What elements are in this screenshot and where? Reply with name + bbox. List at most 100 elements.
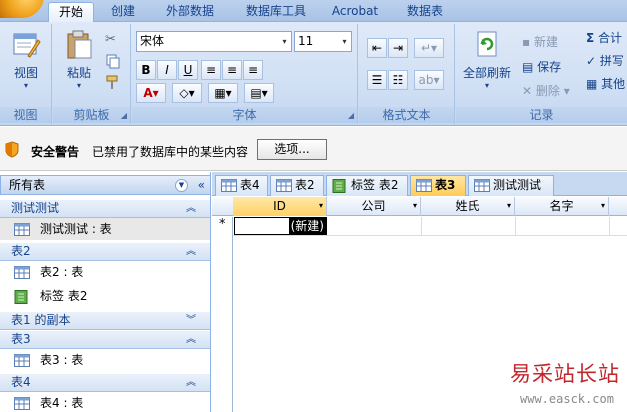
navigation-pane: 所有表 ▼ « 测试测试 ︽ 测试测试 : 表 表2 ︽ 表2 : 表 标签 表…: [0, 172, 211, 412]
nav-group-header[interactable]: 表1 的副本 ︾: [0, 312, 210, 330]
chevron-down-icon[interactable]: ▾: [319, 197, 323, 215]
nav-item-label: 表2 : 表: [40, 265, 84, 279]
row-divider: [233, 235, 627, 236]
chevron-down-icon[interactable]: ▾: [278, 32, 291, 51]
paste-button[interactable]: 粘贴 ▾: [61, 30, 97, 90]
new-record-label: 新建: [533, 35, 558, 49]
nav-item-table[interactable]: 测试测试 : 表: [0, 218, 210, 240]
align-left-icon[interactable]: ≡: [201, 60, 221, 80]
shield-icon: [5, 141, 19, 158]
highlight-icon[interactable]: ab▾: [414, 70, 444, 90]
clipboard-launcher-icon[interactable]: ◢: [121, 111, 127, 120]
nav-pane-header[interactable]: 所有表 ▼ «: [0, 175, 211, 195]
chevron-down-icon[interactable]: ▼: [175, 179, 188, 192]
chevron-down-icon: ▾: [76, 81, 81, 90]
column-header-row: ID ▾ 公司 ▾ 姓氏 ▾ 名字 ▾: [212, 197, 627, 216]
doc-tab[interactable]: 测试测试: [468, 175, 554, 196]
nav-group-header[interactable]: 表3 ︽: [0, 331, 210, 349]
collapse-pane-icon[interactable]: «: [198, 176, 205, 194]
group-font-label: 字体: [132, 107, 357, 123]
tab-create[interactable]: 创建: [103, 2, 143, 22]
report-icon: [332, 179, 346, 193]
doc-tab-label: 表3: [435, 178, 456, 192]
chevron-down-icon[interactable]: ▾: [338, 32, 351, 51]
doc-tab-active[interactable]: 表3: [410, 175, 466, 196]
new-record-marker: *: [219, 217, 226, 232]
delete-record-label: 删除: [535, 84, 560, 98]
doc-tab-label: 测试测试: [493, 178, 542, 192]
chevron-down-icon: ▾: [23, 81, 28, 90]
tab-external-data[interactable]: 外部数据: [156, 2, 224, 22]
column-header-label: 公司: [361, 199, 386, 213]
italic-button[interactable]: I: [157, 60, 177, 80]
chevron-down-icon[interactable]: ▾: [413, 197, 417, 215]
nav-group-header[interactable]: 测试测试 ︽: [0, 200, 210, 218]
cut-icon[interactable]: ✂: [105, 32, 121, 48]
delete-record-button[interactable]: ✕ 删除 ▾: [522, 83, 570, 99]
tab-database-tools[interactable]: 数据库工具: [236, 2, 316, 22]
chevron-down-icon[interactable]: ▾: [507, 197, 511, 215]
tab-home[interactable]: 开始: [48, 2, 94, 23]
font-color-button[interactable]: A▾: [136, 83, 166, 103]
column-header-label: ID: [273, 199, 286, 213]
watermark-logo: 易采站长站: [510, 362, 620, 386]
chevron-up-icon: ︽: [186, 203, 196, 214]
chevron-up-icon: ︽: [186, 334, 196, 345]
nav-item-report[interactable]: 标签 表2: [0, 285, 210, 307]
nav-item-table[interactable]: 表4 : 表: [0, 392, 210, 412]
column-header-last-name[interactable]: 姓氏 ▾: [421, 197, 515, 216]
refresh-all-button[interactable]: 全部刷新 ▾: [458, 30, 516, 90]
chevron-down-icon[interactable]: ▾: [601, 197, 605, 215]
nav-item-table[interactable]: 表3 : 表: [0, 349, 210, 371]
doc-tab[interactable]: 表2: [270, 175, 324, 196]
tab-datasheet[interactable]: 数据表: [398, 2, 452, 22]
font-launcher-icon[interactable]: ◢: [348, 111, 354, 120]
tab-acrobat[interactable]: Acrobat: [326, 2, 384, 22]
cell-divider: [609, 217, 610, 235]
view-button[interactable]: 视图 ▾: [4, 30, 48, 90]
format-painter-icon[interactable]: [105, 74, 121, 90]
copy-icon[interactable]: [105, 53, 121, 69]
paragraph-direction-icon[interactable]: ↵▾: [414, 38, 444, 58]
doc-tab[interactable]: 表4: [215, 175, 268, 196]
office-button-icon[interactable]: [0, 0, 44, 18]
increase-indent-icon[interactable]: ⇥: [388, 38, 408, 58]
column-header-id[interactable]: ID ▾: [233, 197, 327, 216]
save-record-button[interactable]: ▤ 保存: [522, 59, 561, 75]
font-name-value: 宋体: [140, 34, 165, 48]
nav-item-label: 表3 : 表: [40, 353, 84, 367]
underline-button[interactable]: U: [178, 60, 198, 80]
bullets-icon[interactable]: ☰: [367, 70, 387, 90]
column-header-company[interactable]: 公司 ▾: [327, 197, 421, 216]
more-button[interactable]: ▦ 其他: [586, 76, 625, 92]
font-name-combo[interactable]: 宋体 ▾: [136, 31, 292, 52]
new-record-button[interactable]: ▪ 新建: [522, 34, 558, 50]
font-size-combo[interactable]: 11 ▾: [294, 31, 352, 52]
gridlines-button[interactable]: ▦▾: [208, 83, 238, 103]
bold-button[interactable]: B: [136, 60, 156, 80]
align-center-icon[interactable]: ≡: [222, 60, 242, 80]
column-header-first-name[interactable]: 名字 ▾: [515, 197, 609, 216]
numbering-icon[interactable]: ☷: [388, 70, 408, 90]
nav-group-name: 表4: [11, 375, 31, 389]
nav-group-name: 表3: [11, 332, 31, 346]
nav-item-table[interactable]: 表2 : 表: [0, 261, 210, 283]
fill-color-button[interactable]: ◇▾: [172, 83, 202, 103]
cell-divider: [421, 217, 422, 235]
table-icon: [14, 354, 30, 367]
nav-group-header[interactable]: 表4 ︽: [0, 374, 210, 392]
spelling-button[interactable]: ✓ 拼写: [586, 53, 624, 69]
nav-group-header[interactable]: 表2 ︽: [0, 243, 210, 261]
doc-tab-label: 表4: [240, 178, 260, 192]
group-clipboard: 粘贴 ▾ ✂ 剪贴板 ◢: [53, 24, 131, 124]
alternate-fill-button[interactable]: ▤▾: [244, 83, 274, 103]
cell-divider: [515, 217, 516, 235]
group-rich-text: ⇤ ⇥ ↵▾ ☰ ☷ ab▾ 格式文本: [359, 24, 455, 124]
new-record-id-cell[interactable]: (新建): [234, 217, 327, 235]
totals-button[interactable]: Σ 合计: [586, 30, 622, 46]
decrease-indent-icon[interactable]: ⇤: [367, 38, 387, 58]
align-right-icon[interactable]: ≡: [243, 60, 263, 80]
doc-tab-label: 表2: [295, 178, 315, 192]
options-button[interactable]: 选项...: [257, 139, 327, 160]
doc-tab[interactable]: 标签 表2: [326, 175, 408, 196]
